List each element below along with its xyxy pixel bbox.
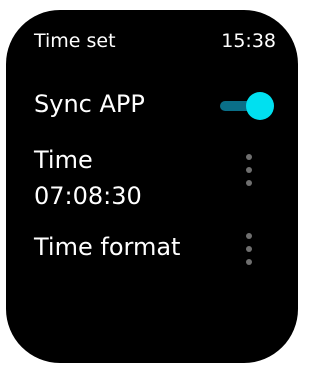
dot (246, 180, 252, 186)
dot (246, 167, 252, 173)
dot (246, 154, 252, 160)
watch-screen: Time set 15:38 Sync APP Time 07:08:30 Ti… (6, 10, 298, 363)
sync-app-toggle[interactable] (218, 92, 274, 120)
more-vertical-icon[interactable] (241, 233, 257, 265)
time-label: Time (34, 146, 93, 174)
clock: 15:38 (221, 30, 276, 52)
time-format-label: Time format (34, 233, 181, 261)
dot (246, 246, 252, 252)
dot (246, 233, 252, 239)
more-vertical-icon[interactable] (241, 154, 257, 186)
page-title: Time set (34, 30, 116, 52)
time-value: 07:08:30 (34, 182, 142, 210)
status-header: Time set 15:38 (34, 26, 276, 56)
sync-app-label: Sync APP (34, 90, 145, 118)
dot (246, 259, 252, 265)
toggle-knob (246, 92, 274, 120)
